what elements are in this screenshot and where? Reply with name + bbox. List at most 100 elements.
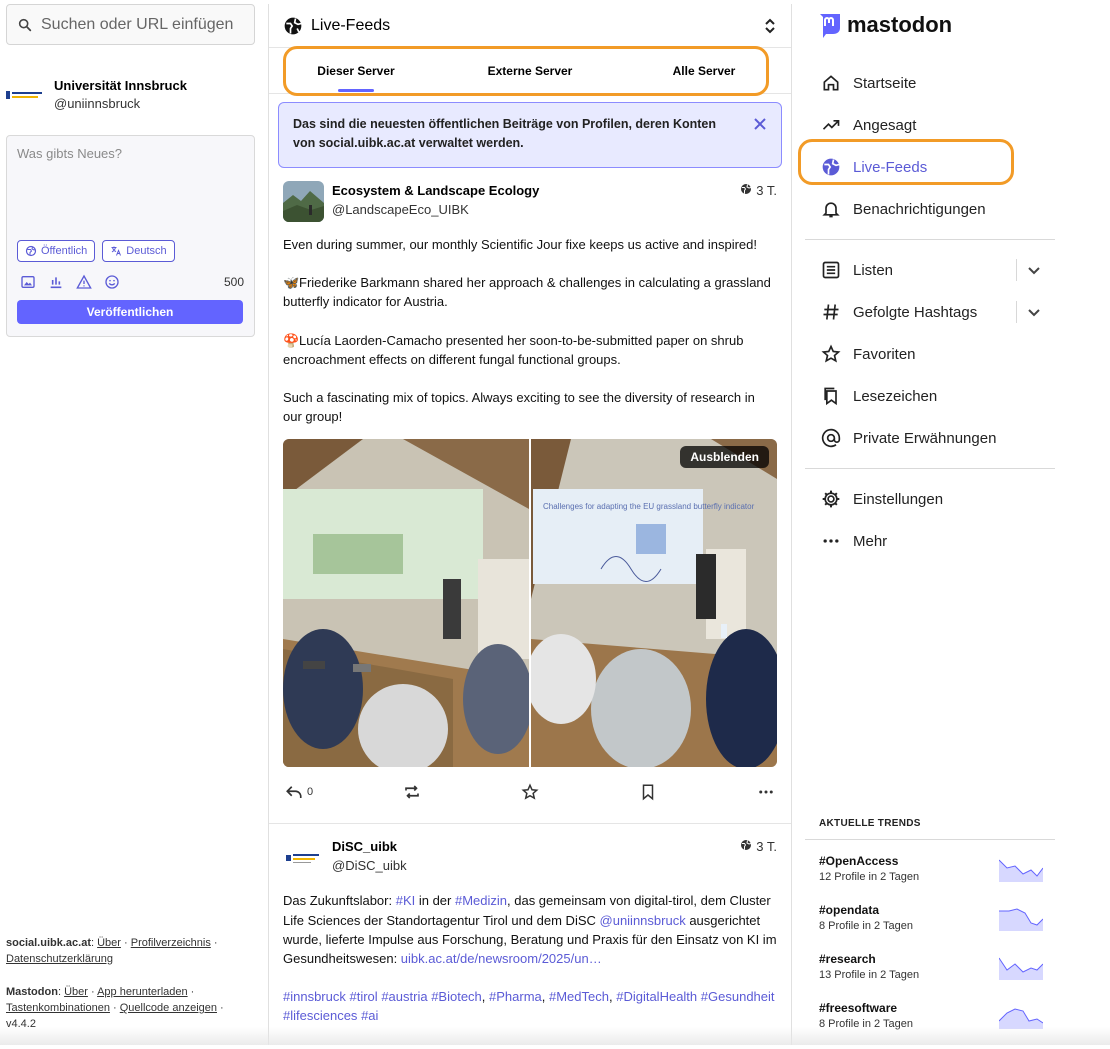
compose-textarea[interactable] [17,146,244,232]
nav-item-private-mentions[interactable]: Private Erwähnungen [805,417,1055,459]
nav-item-more[interactable]: Mehr [805,520,1055,562]
trend-tag[interactable]: #opendata [819,902,913,918]
hashtag-link[interactable]: #ai [361,1008,378,1023]
footer-link-privacy[interactable]: Datenschutzerklärung [6,953,113,965]
hashtag-link[interactable]: #DigitalHealth [616,989,697,1004]
status-post[interactable]: DiSC_uibk @DiSC_uibk 3 T. Das Zukunftsla… [269,824,791,1025]
nav-item-bookmarks[interactable]: Lesezeichen [805,375,1055,417]
more-icon [821,531,841,551]
account-avatar [6,85,44,105]
trend-sparkline [999,905,1043,931]
hashtag-link[interactable]: #KI [396,893,416,908]
nav-item-settings[interactable]: Einstellungen [805,478,1055,520]
nav-divider [805,468,1055,469]
current-account[interactable]: Universität Innsbruck @uniinnsbruck [6,77,255,113]
close-icon[interactable] [753,117,767,131]
hashtag-link[interactable]: #Medizin [455,893,507,908]
visibility-button[interactable]: Öffentlich [17,240,95,262]
reply-button[interactable]: 0 [285,784,403,800]
nav-label: Lesezeichen [853,388,937,405]
tab-external-servers[interactable]: Externe Server [443,48,617,94]
nav-label: Benachrichtigungen [853,201,986,218]
hashtag-link[interactable]: #Gesundheit [701,989,775,1004]
star-icon [521,783,539,801]
trend-item[interactable]: #research 13 Profile in 2 Tagen [805,938,1055,987]
emoji-icon[interactable] [104,274,120,290]
trend-sparkline [999,856,1043,882]
public-visibility-icon [740,839,752,851]
nav-label: Favoriten [853,346,916,363]
favourite-button[interactable] [521,783,639,801]
hashtag-link[interactable]: #lifesciences [283,1008,357,1023]
hashtag-link[interactable]: #tirol [350,989,378,1004]
bookmark-button[interactable] [639,783,757,801]
search-box[interactable] [6,4,255,45]
footer-link-about[interactable]: Über [97,937,121,949]
post-content: Even during summer, our monthly Scientif… [283,235,777,426]
content-warning-icon[interactable] [76,274,92,290]
footer-link-shortcuts[interactable]: Tastenkombinationen [6,1002,110,1014]
chevron-down-icon[interactable] [1027,305,1041,319]
trend-tag[interactable]: #OpenAccess [819,853,919,869]
hashtag-link[interactable]: #austria [381,989,427,1004]
boost-icon [403,783,421,801]
chevron-down-icon[interactable] [1027,263,1041,277]
hashtag-link[interactable]: #Biotech [431,989,482,1004]
author-name[interactable]: DiSC_uibk [332,837,407,856]
boost-button[interactable] [403,783,521,801]
more-button[interactable] [757,783,775,801]
publish-button[interactable]: Veröffentlichen [17,300,243,324]
media-gallery[interactable]: Challenges for adapting the EU grassland… [283,439,777,767]
main-nav: Startseite Angesagt Live-Feeds Benachric… [805,62,1055,562]
nav-item-notifications[interactable]: Benachrichtigungen [805,188,1055,230]
mention-link[interactable]: @uniinnsbruck [600,913,686,928]
footer-link-download-app[interactable]: App herunterladen [97,986,188,998]
media-image-2[interactable]: Challenges for adapting the EU grassland… [531,439,777,767]
poll-icon[interactable] [48,274,64,290]
author-handle[interactable]: @DiSC_uibk [332,856,407,875]
media-image-1[interactable] [283,439,529,767]
footer-link-source[interactable]: Quellcode anzeigen [120,1002,217,1014]
trend-item[interactable]: #opendata 8 Profile in 2 Tagen [805,889,1055,938]
author-handle[interactable]: @LandscapeEco_UIBK [332,200,539,219]
compose-form: Öffentlich Deutsch 500 Veröffentlichen [6,135,255,337]
nav-item-home[interactable]: Startseite [805,62,1055,104]
tab-all-servers[interactable]: Alle Server [617,48,791,94]
hide-media-button[interactable]: Ausblenden [680,446,769,468]
footer-link-mastodon-about[interactable]: Über [64,986,88,998]
language-label: Deutsch [126,245,166,257]
translate-icon [110,245,122,257]
home-icon [821,73,841,93]
post-timestamp[interactable]: 3 T. [756,839,777,854]
nav-item-lists[interactable]: Listen [805,249,1055,291]
trend-tag[interactable]: #research [819,951,919,967]
footer-link-directory[interactable]: Profilverzeichnis [131,937,211,949]
nav-item-followed-hashtags[interactable]: Gefolgte Hashtags [805,291,1055,333]
author-avatar[interactable] [283,837,324,878]
nav-item-live-feeds[interactable]: Live-Feeds [805,146,1055,188]
mastodon-logo[interactable]: mastodon [817,10,1055,40]
image-upload-icon[interactable] [20,274,36,290]
bookmark-icon [639,783,657,801]
external-link[interactable]: uibk.ac.at/de/newsroom/2025/un… [401,951,602,966]
trend-tag[interactable]: #freesoftware [819,1000,913,1016]
nav-item-favourites[interactable]: Favoriten [805,333,1055,375]
hashtag-link[interactable]: #MedTech [549,989,609,1004]
nav-label: Listen [853,262,893,279]
hashtag-link[interactable]: #Pharma [489,989,542,1004]
language-button[interactable]: Deutsch [102,240,174,262]
hashtag-link[interactable]: #innsbruck [283,989,346,1004]
trend-item[interactable]: #OpenAccess 12 Profile in 2 Tagen [805,840,1055,889]
column-settings-icon[interactable] [763,17,777,35]
nav-item-trending[interactable]: Angesagt [805,104,1055,146]
post-text: Das Zukunftslabor: [283,893,396,908]
column-header[interactable]: Live-Feeds [269,4,791,48]
author-name[interactable]: Ecosystem & Landscape Ecology [332,181,539,200]
tab-this-server[interactable]: Dieser Server [269,48,443,94]
trend-item[interactable]: #freesoftware 8 Profile in 2 Tagen [805,987,1055,1036]
author-avatar[interactable] [283,181,324,222]
search-input[interactable] [41,16,241,34]
trend-sparkline [999,1003,1043,1029]
post-timestamp[interactable]: 3 T. [756,183,777,198]
status-post[interactable]: Ecosystem & Landscape Ecology @Landscape… [269,168,791,817]
